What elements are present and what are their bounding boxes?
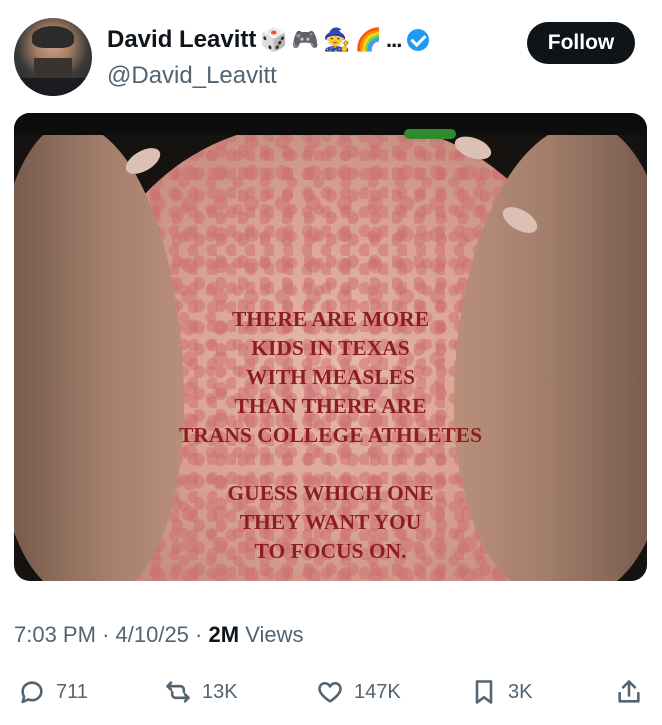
dice-icon: 🎲 <box>260 27 288 52</box>
reply-icon <box>21 681 43 704</box>
image-top-bar <box>14 113 647 135</box>
tweet: David Leavitt 🎲 🎮 🧙 🌈 ... @David_Leavitt… <box>0 0 662 725</box>
caption-line: WITH MEASLES <box>245 365 416 389</box>
repost-count: 13K <box>202 680 238 703</box>
repost-icon <box>166 681 190 703</box>
share-button[interactable] <box>615 678 643 706</box>
caption-line: GUESS WHICH ONE <box>227 481 434 505</box>
caption-line: KIDS IN TEXAS <box>251 336 410 360</box>
like-button[interactable]: 147K <box>316 678 401 706</box>
avatar[interactable] <box>14 18 92 96</box>
meta-separator: · <box>195 622 203 647</box>
tweet-date[interactable]: 4/10/25 <box>116 622 189 647</box>
caption-line: TRANS COLLEGE ATHLETES <box>178 423 483 447</box>
author-display-name[interactable]: David Leavitt <box>107 26 256 54</box>
caption-line: TO FOCUS ON. <box>254 539 407 563</box>
action-bar: 711 13K 147K 3K <box>14 678 647 710</box>
author-handle[interactable]: @David_Leavitt <box>107 62 277 90</box>
caption-line: THEY WANT YOU <box>239 510 422 534</box>
like-count: 147K <box>354 680 401 703</box>
meta-separator: · <box>102 622 110 647</box>
avatar-hair <box>32 26 74 48</box>
caption-line: THAN THERE ARE <box>234 394 427 418</box>
views-count[interactable]: 2M <box>209 622 240 647</box>
name-ellipsis: ... <box>386 27 402 52</box>
bookmark-count: 3K <box>508 680 533 703</box>
bookmark-button[interactable]: 3K <box>470 678 532 706</box>
caption-gap <box>14 450 647 479</box>
caption-line: THERE ARE MORE <box>231 307 430 331</box>
image-caption-text: THERE ARE MORE KIDS IN TEXAS WITH MEASLE… <box>14 305 647 566</box>
follow-button[interactable]: Follow <box>527 22 635 64</box>
tweet-time[interactable]: 7:03 PM <box>14 622 96 647</box>
heart-icon <box>318 681 342 703</box>
repost-button[interactable]: 13K <box>164 678 238 706</box>
tweet-image[interactable]: THERE ARE MORE KIDS IN TEXAS WITH MEASLE… <box>14 113 647 581</box>
tweet-meta: 7:03 PM · 4/10/25 · 2M Views <box>14 622 303 648</box>
views-label: Views <box>245 622 304 647</box>
wizard-icon: 🧙 <box>323 27 351 52</box>
game-controller-icon: 🎮 <box>291 27 320 52</box>
share-icon <box>618 680 640 703</box>
rainbow-icon: 🌈 <box>354 27 383 52</box>
reply-button[interactable]: 711 <box>18 678 88 706</box>
bookmark-icon <box>475 680 493 704</box>
author-name-row[interactable]: David Leavitt 🎲 🎮 🧙 🌈 ... <box>107 26 430 54</box>
avatar-shirt <box>14 78 92 96</box>
verified-badge-icon[interactable] <box>407 29 430 51</box>
reply-count: 711 <box>56 680 88 703</box>
image-green-strip <box>404 129 456 139</box>
